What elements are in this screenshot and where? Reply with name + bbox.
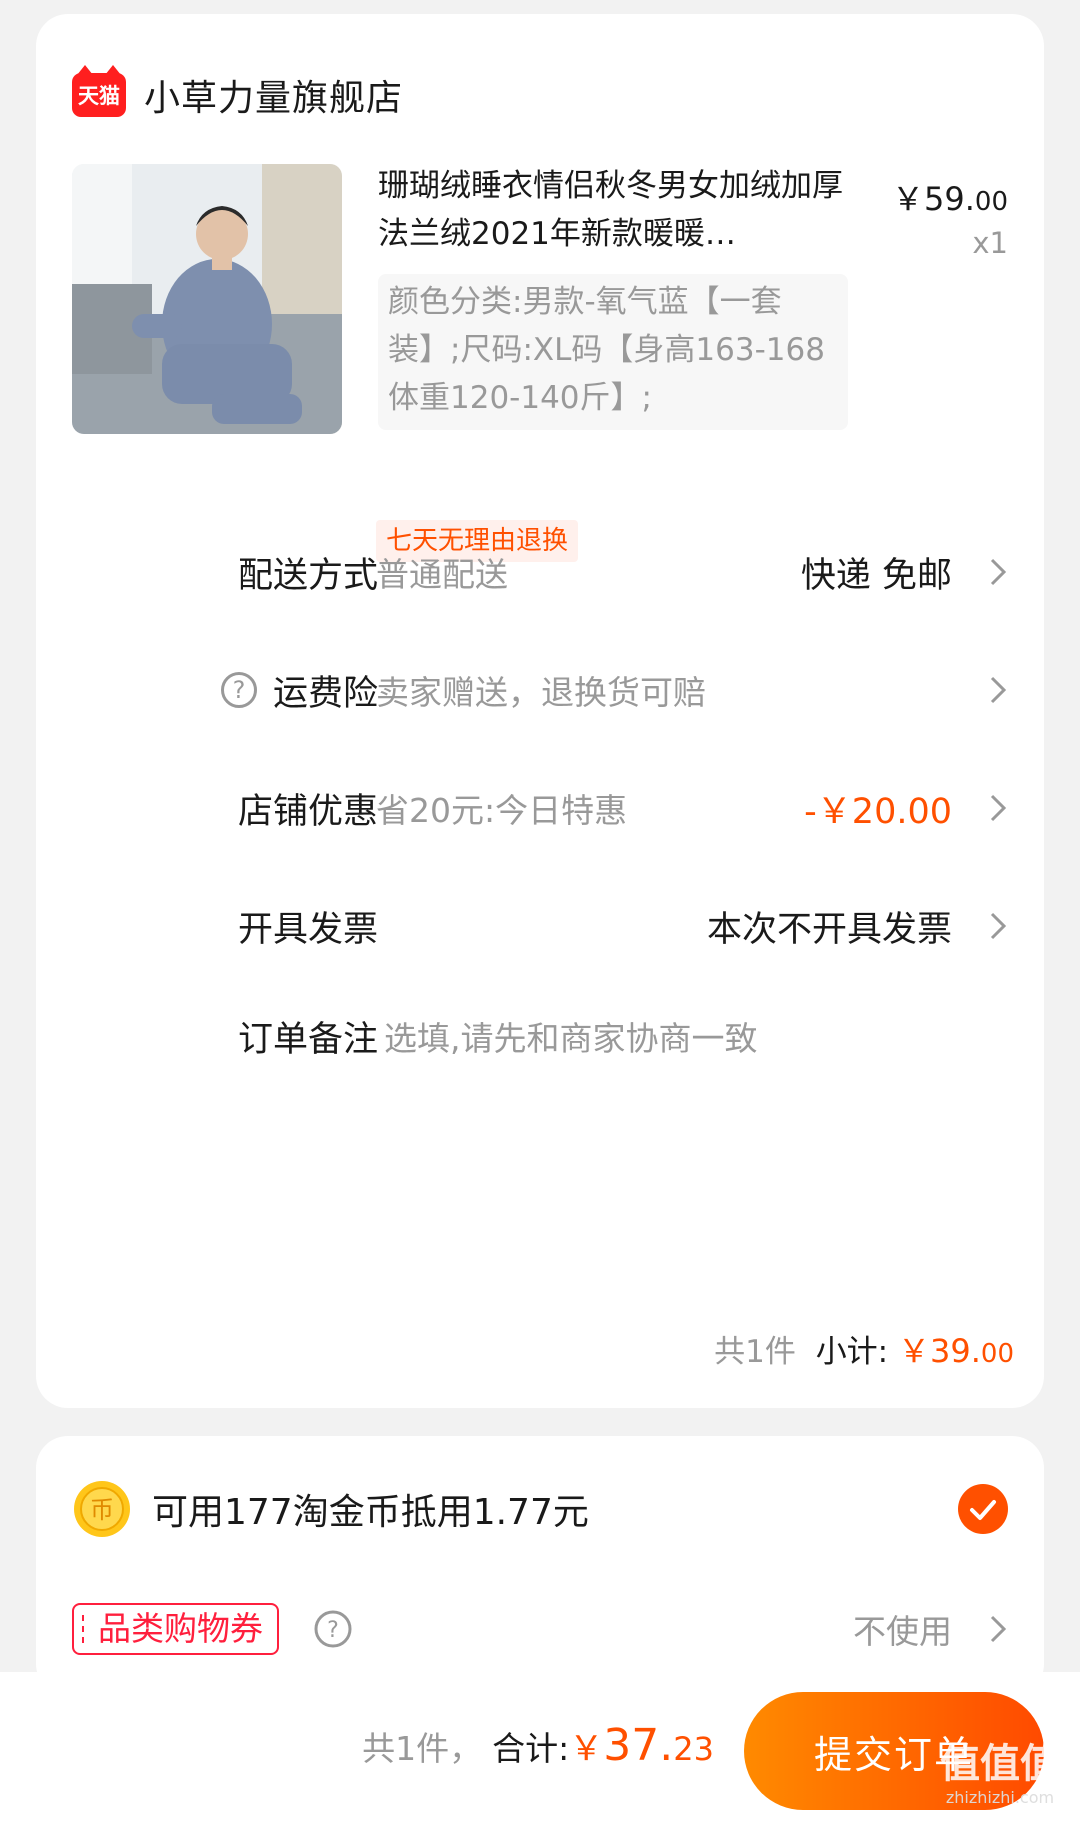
help-icon[interactable]: ? — [313, 1609, 353, 1649]
price-main: ￥59. — [892, 180, 975, 218]
order-note-input[interactable]: 选填,请先和商家协商一致 — [384, 1012, 758, 1060]
total-count: 共1件， — [362, 1729, 483, 1768]
shipping-value: 快递 免邮 — [800, 555, 952, 596]
chevron-right-icon — [990, 1615, 1007, 1643]
order-total: 共1件， 合计: ￥37.23 — [362, 1720, 714, 1771]
store-name[interactable]: 小草力量旗舰店 — [144, 69, 403, 121]
tmall-logo-text: 天猫 — [78, 84, 120, 108]
product-quantity: x1 — [972, 226, 1008, 260]
invoice-row[interactable]: 开具发票 本次不开具发票 — [36, 886, 1044, 966]
subtotal-amount-main: ￥39. — [898, 1332, 981, 1370]
discount-label: 店铺优惠 — [237, 791, 378, 832]
coupon-row[interactable]: 品类购物券 ? 不使用 — [72, 1594, 1008, 1664]
coupon-value: 不使用 — [853, 1612, 952, 1651]
watermark: 值值值 zhizhizhi.com — [930, 1740, 1070, 1820]
product-sku[interactable]: 颜色分类:男款-氧气蓝【一套装】;尺码:XL码【身高163-168 体重120-… — [378, 274, 848, 430]
insurance-label: 运费险 — [272, 673, 378, 714]
order-note-row: 订单备注 选填,请先和商家协商一致 — [36, 996, 1044, 1076]
product-title[interactable]: 珊瑚绒睡衣情侣秋冬男女加绒加厚法兰绒2021年新款暖暖… — [378, 162, 858, 258]
total-amount: ￥37.23 — [569, 1720, 714, 1771]
watermark-text: 值值值 — [940, 1741, 1060, 1787]
checkout-bar: 共1件， 合计: ￥37.23 提交订单 — [0, 1672, 1080, 1827]
total-label: 合计: — [492, 1729, 570, 1768]
subtotal-count: 共1件 — [714, 1334, 796, 1370]
shipping-row[interactable]: 配送方式 普通配送 快递 免邮 — [36, 532, 1044, 612]
total-currency: ￥ — [569, 1729, 604, 1769]
store-discount-row[interactable]: 店铺优惠 省20元:今日特惠 -￥20.00 — [36, 768, 1044, 848]
product-price: ￥59.00 — [892, 174, 1008, 220]
invoice-value: 本次不开具发票 — [706, 909, 952, 950]
svg-text:币: 币 — [90, 1496, 114, 1524]
chevron-right-icon — [990, 794, 1007, 822]
chevron-right-icon — [990, 676, 1007, 704]
note-label: 订单备注 — [237, 1019, 378, 1060]
subtotal-label: 小计: — [815, 1334, 889, 1370]
coin-text: 可用177淘金币抵用1.77元 — [152, 1492, 589, 1533]
order-card: 天猫 小草力量旗舰店 珊瑚绒睡衣情侣秋冬男女加绒加厚法兰绒2021年新款暖暖… … — [36, 14, 1044, 1408]
tmall-logo: 天猫 — [72, 65, 126, 117]
svg-text:?: ? — [327, 1618, 339, 1643]
total-amount-cents: 23 — [673, 1730, 714, 1768]
shipping-insurance-row[interactable]: ? 运费险 卖家赠送，退换货可赔 — [36, 650, 1044, 730]
category-coupon-tag: 品类购物券 — [72, 1603, 279, 1655]
help-icon[interactable]: ? — [220, 672, 257, 708]
watermark-url: zhizhizhi.com — [945, 1788, 1055, 1807]
store-header[interactable]: 天猫 小草力量旗舰店 — [72, 60, 403, 130]
subtotal-amount: ￥39.00 — [898, 1332, 1014, 1370]
subtotal-amount-cents: 00 — [980, 1339, 1014, 1369]
total-amount-main: 37. — [603, 1720, 674, 1771]
product-thumbnail[interactable] — [72, 164, 342, 434]
coins-card: 币 可用177淘金币抵用1.77元 品类购物券 ? 不使用 — [36, 1436, 1044, 1696]
chevron-right-icon — [990, 558, 1007, 586]
insurance-label-group: ? 运费险 — [220, 665, 378, 716]
subtotal: 共1件 小计: ￥39.00 — [714, 1326, 1014, 1372]
price-cents: 00 — [974, 187, 1008, 217]
coin-row[interactable]: 币 可用177淘金币抵用1.77元 — [72, 1474, 589, 1544]
gold-coin-icon: 币 — [74, 1481, 130, 1537]
insurance-desc: 卖家赠送，退换货可赔 — [376, 673, 706, 712]
chevron-right-icon — [990, 912, 1007, 940]
shipping-label: 配送方式 — [237, 555, 378, 596]
shipping-desc: 普通配送 — [376, 555, 508, 594]
discount-desc: 省20元:今日特惠 — [376, 791, 628, 830]
product-image — [72, 164, 342, 434]
checkbox-checked-icon[interactable] — [958, 1484, 1008, 1534]
invoice-label: 开具发票 — [237, 909, 378, 950]
discount-value: -￥20.00 — [804, 791, 952, 832]
